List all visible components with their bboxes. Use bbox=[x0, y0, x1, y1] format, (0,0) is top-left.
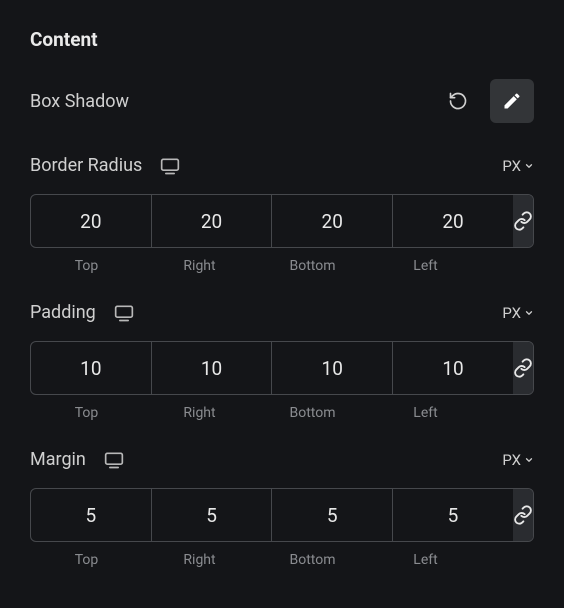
border-radius-left-label: Left bbox=[369, 258, 482, 274]
padding-left-input[interactable] bbox=[393, 342, 513, 394]
padding-right-input[interactable] bbox=[152, 342, 273, 394]
border-radius-left-input[interactable] bbox=[393, 195, 513, 247]
padding-top-input[interactable] bbox=[31, 342, 152, 394]
border-radius-bottom-label: Bottom bbox=[256, 258, 369, 274]
margin-bottom-input[interactable] bbox=[272, 489, 393, 541]
border-radius-right-label: Right bbox=[143, 258, 256, 274]
section-title: Content bbox=[30, 28, 534, 51]
padding-inputs bbox=[30, 341, 534, 395]
padding-bottom-input[interactable] bbox=[272, 342, 393, 394]
margin-bottom-label: Bottom bbox=[256, 552, 369, 568]
padding-unit-label: PX bbox=[502, 304, 521, 322]
link-icon bbox=[513, 505, 533, 525]
padding-responsive-button[interactable] bbox=[114, 303, 134, 323]
chevron-down-icon bbox=[524, 455, 534, 465]
margin-label: Margin bbox=[30, 449, 86, 470]
border-radius-unit-selector[interactable]: PX bbox=[502, 157, 534, 175]
margin-sublabels: Top Right Bottom Left bbox=[30, 552, 534, 568]
margin-link-button[interactable] bbox=[513, 489, 533, 541]
link-icon bbox=[513, 211, 533, 231]
padding-left-label: Left bbox=[369, 405, 482, 421]
chevron-down-icon bbox=[524, 161, 534, 171]
desktop-icon bbox=[104, 450, 124, 470]
border-radius-right-input[interactable] bbox=[152, 195, 273, 247]
border-radius-inputs bbox=[30, 194, 534, 248]
padding-sublabels: Top Right Bottom Left bbox=[30, 405, 534, 421]
padding-bottom-label: Bottom bbox=[256, 405, 369, 421]
border-radius-unit-label: PX bbox=[502, 157, 521, 175]
margin-left-input[interactable] bbox=[393, 489, 513, 541]
margin-unit-selector[interactable]: PX bbox=[502, 451, 534, 469]
padding-group: Padding PX Top Right bbox=[30, 302, 534, 421]
reset-icon bbox=[448, 91, 468, 111]
margin-right-input[interactable] bbox=[152, 489, 273, 541]
chevron-down-icon bbox=[524, 308, 534, 318]
desktop-icon bbox=[160, 156, 180, 176]
border-radius-top-label: Top bbox=[30, 258, 143, 274]
margin-top-input[interactable] bbox=[31, 489, 152, 541]
border-radius-bottom-input[interactable] bbox=[272, 195, 393, 247]
border-radius-top-input[interactable] bbox=[31, 195, 152, 247]
border-radius-group: Border Radius PX Top bbox=[30, 155, 534, 274]
margin-right-label: Right bbox=[143, 552, 256, 568]
link-icon bbox=[513, 358, 533, 378]
box-shadow-row: Box Shadow bbox=[30, 79, 534, 123]
padding-link-button[interactable] bbox=[513, 342, 533, 394]
margin-top-label: Top bbox=[30, 552, 143, 568]
padding-right-label: Right bbox=[143, 405, 256, 421]
margin-unit-label: PX bbox=[502, 451, 521, 469]
border-radius-label: Border Radius bbox=[30, 155, 142, 176]
margin-responsive-button[interactable] bbox=[104, 450, 124, 470]
border-radius-link-button[interactable] bbox=[513, 195, 533, 247]
margin-left-label: Left bbox=[369, 552, 482, 568]
margin-inputs bbox=[30, 488, 534, 542]
padding-label: Padding bbox=[30, 302, 96, 323]
desktop-icon bbox=[114, 303, 134, 323]
margin-group: Margin PX Top Right bbox=[30, 449, 534, 568]
border-radius-responsive-button[interactable] bbox=[160, 156, 180, 176]
box-shadow-reset-button[interactable] bbox=[436, 79, 480, 123]
border-radius-sublabels: Top Right Bottom Left bbox=[30, 258, 534, 274]
padding-top-label: Top bbox=[30, 405, 143, 421]
padding-unit-selector[interactable]: PX bbox=[502, 304, 534, 322]
pencil-icon bbox=[502, 91, 522, 111]
box-shadow-label: Box Shadow bbox=[30, 91, 129, 112]
box-shadow-edit-button[interactable] bbox=[490, 79, 534, 123]
